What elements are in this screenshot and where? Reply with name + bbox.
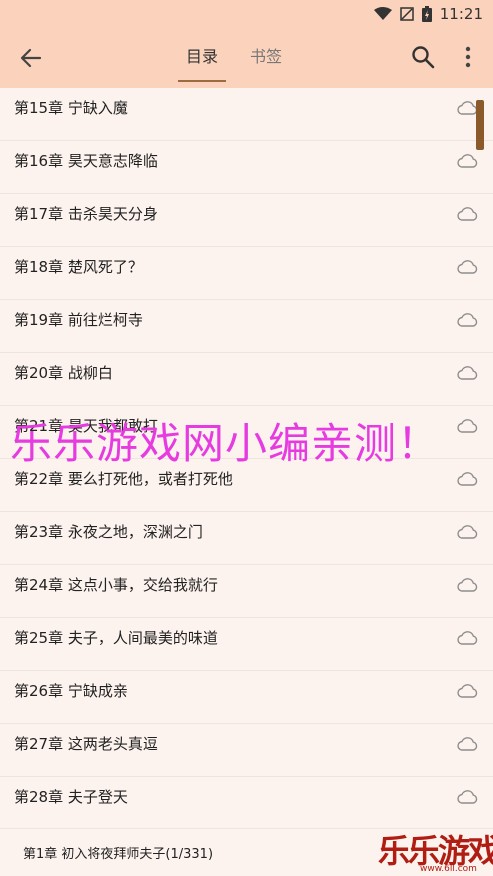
chapter-title: 第27章 这两老头真逗 xyxy=(14,735,158,753)
cloud-icon xyxy=(457,684,478,698)
no-signal-icon xyxy=(400,7,414,21)
status-bar: 11:21 xyxy=(0,0,493,28)
cloud-icon xyxy=(457,472,478,486)
cloud-icon xyxy=(457,578,478,592)
chapter-title: 第16章 昊天意志降临 xyxy=(14,152,158,170)
chapter-title: 第18章 楚风死了？ xyxy=(14,258,143,276)
chapter-title: 第24章 这点小事，交给我就行 xyxy=(14,576,218,594)
cloud-icon xyxy=(457,207,478,221)
cloud-icon xyxy=(457,737,478,751)
cloud-icon xyxy=(457,631,478,645)
chapter-title: 第28章 夫子登天 xyxy=(14,788,128,806)
tab-contents[interactable]: 目录 xyxy=(174,28,230,88)
status-time: 11:21 xyxy=(439,5,483,23)
chapter-row[interactable]: 第19章 前往烂柯寺 xyxy=(0,300,493,353)
battery-charging-icon xyxy=(421,6,432,22)
chapter-row[interactable]: 第26章 宁缺成亲 xyxy=(0,671,493,724)
chapter-title: 第23章 永夜之地，深渊之门 xyxy=(14,523,203,541)
cloud-icon xyxy=(457,313,478,327)
tab-bar: 目录 书签 xyxy=(174,28,294,88)
chapter-row[interactable]: 第18章 楚风死了？ xyxy=(0,247,493,300)
cloud-icon xyxy=(457,260,478,274)
wifi-icon xyxy=(373,7,392,20)
chapter-title: 第25章 夫子，人间最美的味道 xyxy=(14,629,218,647)
back-arrow-icon[interactable] xyxy=(18,45,44,71)
watermark-text: 乐乐游戏网小编亲测！ xyxy=(10,419,441,468)
current-chapter-label: 第1章 初入将夜拜师夫子(1/331) xyxy=(23,847,214,862)
chapter-row[interactable]: 第20章 战柳白 xyxy=(0,353,493,406)
cloud-icon xyxy=(457,154,478,168)
chapter-title: 第20章 战柳白 xyxy=(14,364,113,382)
chapter-row[interactable]: 第28章 夫子登天 xyxy=(0,777,493,830)
cloud-icon xyxy=(457,101,478,115)
chapter-row[interactable]: 第23章 永夜之地，深渊之门 xyxy=(0,512,493,565)
chapter-title: 第26章 宁缺成亲 xyxy=(14,682,128,700)
cloud-icon xyxy=(457,366,478,380)
tab-bookmarks[interactable]: 书签 xyxy=(238,28,294,88)
more-vert-icon[interactable] xyxy=(460,44,476,70)
logo-url: www.6ll.com xyxy=(420,864,477,874)
chapter-row[interactable]: 第16章 昊天意志降临 xyxy=(0,141,493,194)
chapter-row[interactable]: 第27章 这两老头真逗 xyxy=(0,724,493,777)
chapter-row[interactable]: 第24章 这点小事，交给我就行 xyxy=(0,565,493,618)
cloud-icon xyxy=(457,419,478,433)
cloud-icon xyxy=(457,790,478,804)
chapter-row[interactable]: 第25章 夫子，人间最美的味道 xyxy=(0,618,493,671)
search-icon[interactable] xyxy=(410,44,436,70)
site-logo: 乐乐游戏 www.6ll.com xyxy=(378,826,493,876)
chapter-row[interactable]: 第17章 击杀昊天分身 xyxy=(0,194,493,247)
chapter-title: 第19章 前往烂柯寺 xyxy=(14,311,143,329)
chapter-title: 第17章 击杀昊天分身 xyxy=(14,205,158,223)
chapter-title: 第15章 宁缺入魔 xyxy=(14,99,128,117)
cloud-icon xyxy=(457,525,478,539)
toolbar: 目录 书签 xyxy=(0,28,493,88)
scrollbar-thumb[interactable] xyxy=(476,100,484,150)
chapter-row[interactable]: 第15章 宁缺入魔 xyxy=(0,88,493,141)
